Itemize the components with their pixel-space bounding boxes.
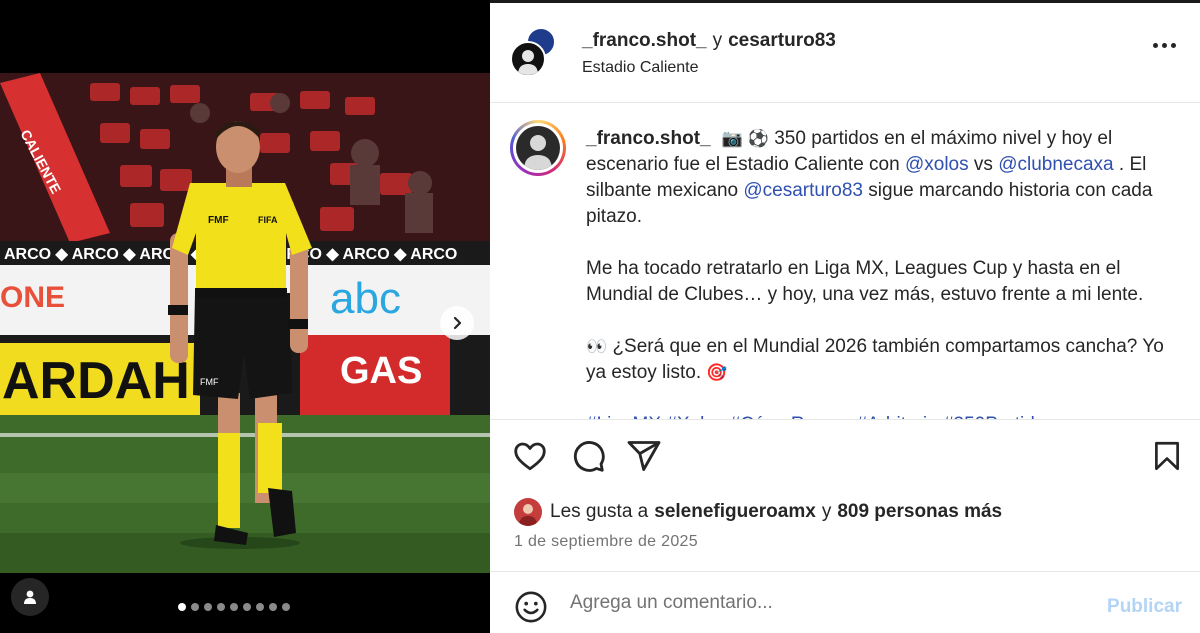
- target-emoji: 🎯: [706, 363, 728, 382]
- publish-button[interactable]: Publicar: [1107, 596, 1182, 618]
- author-username[interactable]: _franco.shot_: [582, 30, 707, 51]
- caption-vs: vs: [968, 154, 999, 175]
- post-authors: _franco.shot_ y cesarturo83: [582, 30, 836, 52]
- banner-lower-left: ARDAH: [2, 352, 190, 410]
- mention-cesarturo83[interactable]: @cesarturo83: [743, 180, 863, 201]
- likes-prefix: Les gusta a: [550, 501, 649, 522]
- post-sidebar: _franco.shot_ y cesarturo83 Estadio Calien…: [490, 0, 1200, 633]
- emoji-picker-button[interactable]: [514, 590, 548, 629]
- comment-bar: Publicar: [490, 571, 1200, 633]
- liker-username[interactable]: selenefigueroamx: [654, 501, 816, 523]
- author-avatars[interactable]: [510, 27, 558, 79]
- camera-football-emoji: 📷 ⚽: [721, 129, 769, 148]
- comment-button[interactable]: [570, 438, 606, 479]
- banner-left-text: ONE: [0, 281, 65, 314]
- author-avatar[interactable]: [510, 41, 546, 77]
- shirt-patch: FMF: [208, 215, 229, 226]
- post-actions: [490, 438, 1200, 478]
- next-photo-button[interactable]: [440, 306, 474, 340]
- tagged-users-button[interactable]: [11, 578, 49, 616]
- user-tag-icon: [24, 590, 36, 604]
- heart-icon: [514, 442, 546, 471]
- mention-xolos[interactable]: @xolos: [905, 154, 969, 175]
- caption-paragraph-2: Me ha tocado retratarlo en Liga MX, Leag…: [586, 258, 1144, 305]
- smiley-icon: [515, 591, 547, 623]
- likes-count[interactable]: 809 personas más: [837, 501, 1002, 523]
- carousel-dot: [204, 603, 212, 611]
- authors-connector: y: [712, 30, 723, 51]
- bookmark-icon: [1155, 441, 1179, 471]
- carousel-dot: [230, 603, 238, 611]
- mention-clubnecaxa[interactable]: @clubnecaxa: [998, 154, 1113, 175]
- more-icon: [1153, 43, 1158, 48]
- carousel-dot: [243, 603, 251, 611]
- send-icon: [627, 441, 661, 471]
- caption-username[interactable]: _franco.shot_: [586, 128, 711, 149]
- banner-lower-right: GAS: [340, 350, 422, 392]
- caption-hashtags[interactable]: #LigaMX #Xolos #CésarRamos #Arbitraje #3…: [586, 412, 1182, 419]
- caption-area: _franco.shot_ 📷 ⚽ 350 partidos en el máx…: [490, 104, 1200, 420]
- post-media: CALIENTE ARCO ◆ ARCO ◆ ARCO ◆ ARCO ◆ ARC…: [0, 0, 490, 633]
- share-button[interactable]: [626, 438, 662, 479]
- caption-paragraph-3: ¿Será que en el Mundial 2026 también com…: [586, 336, 1164, 383]
- eyes-emoji: 👀: [586, 337, 608, 356]
- like-button[interactable]: [512, 438, 548, 479]
- post-date[interactable]: 1 de septiembre de 2025: [514, 533, 698, 551]
- likes-connector: y: [821, 501, 832, 522]
- chevron-right-icon: [453, 316, 462, 330]
- comment-input[interactable]: [570, 592, 1070, 614]
- post-caption: _franco.shot_ 📷 ⚽ 350 partidos en el máx…: [586, 126, 1182, 419]
- post-location[interactable]: Estadio Caliente: [582, 59, 699, 77]
- comment-icon: [573, 441, 605, 472]
- more-options-button[interactable]: [1153, 43, 1176, 48]
- banner-mid-text: abc: [330, 274, 401, 323]
- liker-avatar[interactable]: [514, 498, 542, 526]
- carousel-dot: [191, 603, 199, 611]
- likes-summary: Les gusta a selenefigueroamx y 809 perso…: [514, 498, 1008, 526]
- carousel-dot: [178, 603, 186, 611]
- post-header: _franco.shot_ y cesarturo83 Estadio Calien…: [490, 3, 1200, 103]
- shirt-badge: FIFA: [258, 215, 278, 225]
- post-photo[interactable]: CALIENTE ARCO ◆ ARCO ◆ ARCO ◆ ARCO ◆ ARC…: [0, 73, 490, 573]
- carousel-dot: [269, 603, 277, 611]
- caption-avatar[interactable]: [510, 120, 566, 176]
- shorts-patch: FMF: [200, 377, 219, 387]
- carousel-dot: [256, 603, 264, 611]
- carousel-dot: [217, 603, 225, 611]
- carousel-indicator: [178, 603, 290, 611]
- save-button[interactable]: [1150, 438, 1184, 479]
- carousel-dot: [282, 603, 290, 611]
- collaborator-username[interactable]: cesarturo83: [728, 30, 836, 51]
